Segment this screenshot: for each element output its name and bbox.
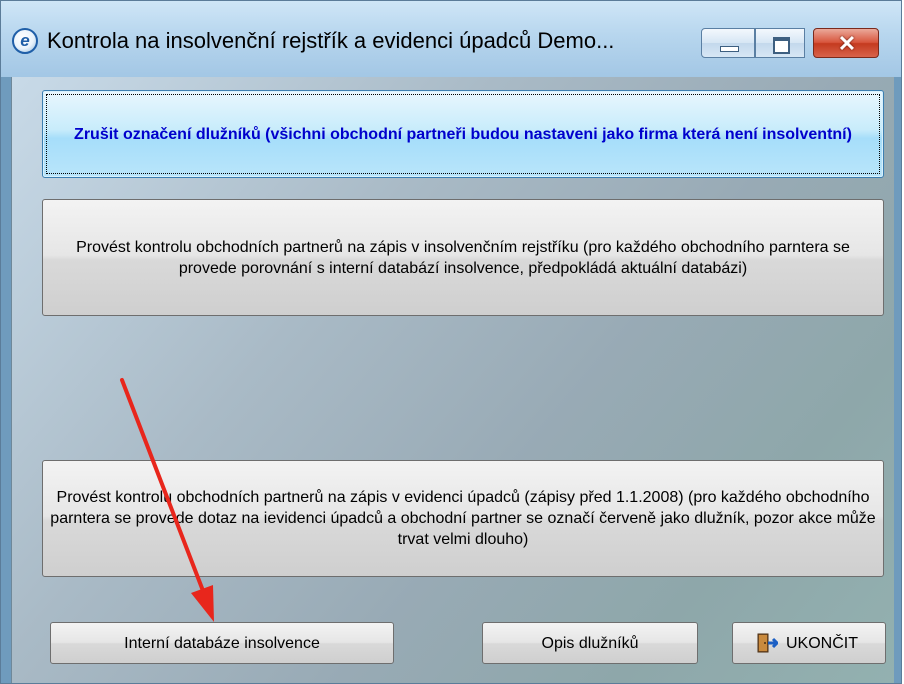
unmark-debtors-button[interactable]: Zrušit označení dlužníků (všichni obchod… <box>42 90 884 178</box>
check-insolvency-register-button[interactable]: Provést kontrolu obchodních partnerů na … <box>42 199 884 316</box>
internal-database-button[interactable]: Interní databáze insolvence <box>50 622 394 664</box>
dialog-body: Zrušit označení dlužníků (všichni obchod… <box>11 77 894 683</box>
unmark-debtors-label: Zrušit označení dlužníků (všichni obchod… <box>74 125 852 143</box>
check-bankruptcy-records-label: Provést kontrolu obchodních partnerů na … <box>50 489 876 548</box>
maximize-button[interactable] <box>755 28 805 58</box>
minimize-icon <box>720 46 739 52</box>
check-bankruptcy-records-button[interactable]: Provést kontrolu obchodních partnerů na … <box>42 460 884 577</box>
internal-database-label: Interní databáze insolvence <box>124 634 320 652</box>
close-button[interactable]: ✕ <box>813 28 879 58</box>
check-insolvency-register-label: Provést kontrolu obchodních partnerů na … <box>76 238 850 277</box>
app-e-icon[interactable]: e <box>12 28 38 54</box>
exit-label: UKONČIT <box>786 634 858 652</box>
title-bar[interactable]: e Kontrola na insolvenční rejstřík a evi… <box>1 1 901 77</box>
app-window: e Kontrola na insolvenční rejstřík a evi… <box>0 0 902 684</box>
maximize-icon <box>773 37 790 54</box>
close-icon: ✕ <box>837 31 857 56</box>
exit-door-icon <box>756 633 780 653</box>
minimize-button[interactable] <box>701 28 755 58</box>
debtors-list-label: Opis dlužníků <box>541 634 639 652</box>
window-title: Kontrola na insolvenční rejstřík a evide… <box>47 28 615 53</box>
exit-button[interactable]: UKONČIT <box>732 622 886 664</box>
debtors-list-button[interactable]: Opis dlužníků <box>482 622 698 664</box>
